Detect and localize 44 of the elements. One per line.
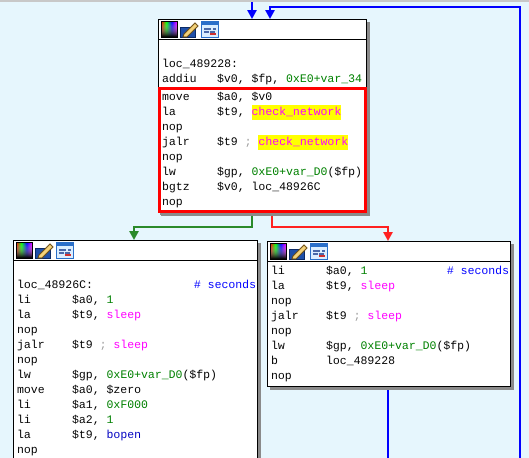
graph-node[interactable]: loc_48926C: # seconds li $a0, 1 la $t9, sleep nop jalr $t9 ; sleep nop lw $gp, 0xE0+var_D0($fp) move $a0, $zero li $a1, 0xF000 li $a2, 1 la $t9, bopen nop [13, 240, 258, 458]
graph-icon[interactable] [201, 21, 219, 38]
entry-arrow [247, 2, 257, 19]
code-line: bgtz $v0, loc_48926C [161, 180, 322, 195]
code-line: jalr $t9 ; check_network [161, 135, 350, 150]
code-line: li $a0, 1 [16, 293, 114, 308]
label-line: loc_48926C: # seconds [16, 278, 257, 293]
code-line: jalr $t9 ; sleep [16, 338, 149, 353]
code-line: jalr $t9 ; sleep [270, 309, 403, 324]
code-line: la $t9, check_network [161, 105, 342, 120]
palette-icon[interactable] [270, 243, 287, 260]
code-line: lw $gp, 0xE0+var_D0($fp) [16, 368, 218, 383]
code-line: move $a0, $v0 [161, 90, 274, 105]
pencil-icon[interactable] [180, 21, 199, 38]
code-line: addiu $v0, $fp, 0xE0+var_34 [161, 72, 363, 87]
palette-icon[interactable] [16, 242, 33, 259]
graph-node[interactable]: loc_489228: addiu $v0, $fp, 0xE0+var_34 move $a0, $v0 la $t9, check_network nop jalr $t9 ; check_network nop lw $gp, 0xE0+var_D0($fp) bgtz $v0, loc_48926C nop [158, 19, 367, 213]
pencil-icon[interactable] [35, 242, 54, 259]
code-line: li $a1, 0xF000 [16, 398, 149, 413]
graph-icon[interactable] [310, 243, 328, 260]
code-line: nop [270, 324, 293, 339]
code-line: lw $gp, 0xE0+var_D0($fp) [270, 339, 472, 354]
code-line: li $a2, 1 [16, 413, 114, 428]
code-line: la $t9, sleep [16, 308, 142, 323]
code-line: b loc_489228 [270, 354, 396, 369]
label-line: loc_489228: [161, 57, 239, 72]
code-line: nop [161, 120, 184, 135]
code-line: li $a0, 1 # seconds [270, 264, 510, 279]
code-line: nop [16, 323, 39, 338]
graph-node[interactable]: li $a0, 1 # seconds la $t9, sleep nop jalr $t9 ; sleep nop lw $gp, 0xE0+var_D0($fp) b loc_489228 nop [267, 241, 511, 387]
code-line: nop [161, 150, 184, 165]
code-line: nop [270, 294, 293, 309]
graph-icon[interactable] [56, 242, 74, 259]
code-line: nop [270, 369, 293, 384]
code-line: lw $gp, 0xE0+var_D0($fp) [161, 165, 363, 180]
code-line: move $a0, $zero [16, 383, 142, 398]
code-line: nop [16, 353, 39, 368]
code-line: nop [16, 443, 39, 458]
code-line: nop [161, 195, 184, 210]
pencil-icon[interactable] [289, 243, 308, 260]
palette-icon[interactable] [161, 21, 178, 38]
code-line: la $t9, sleep [270, 279, 396, 294]
flow-line [387, 388, 389, 458]
code-line: la $t9, bopen [16, 428, 142, 443]
